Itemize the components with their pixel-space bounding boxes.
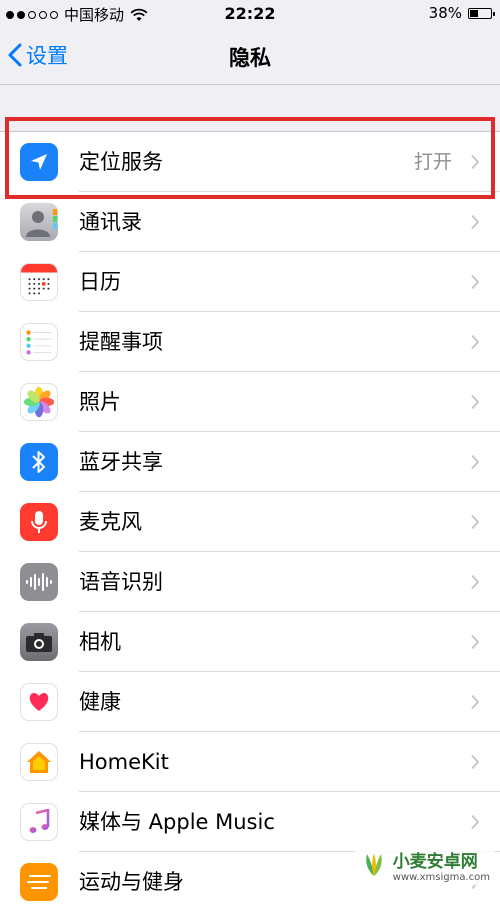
row-label: 媒体与 Apple Music bbox=[79, 810, 275, 834]
calendar-icon bbox=[20, 263, 58, 301]
chevron-right-icon bbox=[471, 154, 480, 170]
page-title: 隐私 bbox=[229, 46, 271, 70]
photos-icon bbox=[20, 383, 58, 421]
row-label: 健康 bbox=[79, 690, 121, 714]
status-bar: 中国移动 22:22 38% bbox=[0, 0, 500, 28]
camera-icon bbox=[20, 623, 58, 661]
row-bluetooth-sharing[interactable]: 蓝牙共享 bbox=[0, 432, 500, 492]
reminders-icon bbox=[20, 323, 58, 361]
homekit-house-icon bbox=[20, 743, 58, 781]
music-note-icon bbox=[20, 803, 58, 841]
row-microphone[interactable]: 麦克风 bbox=[0, 492, 500, 552]
watermark-url: www.xmsigma.com bbox=[392, 872, 490, 883]
status-time: 22:22 bbox=[224, 4, 276, 23]
navigation-bar: 设置 隐私 bbox=[0, 28, 500, 85]
motion-fitness-icon bbox=[20, 863, 58, 901]
row-label: 日历 bbox=[79, 270, 121, 294]
row-label: HomeKit bbox=[79, 750, 169, 774]
chevron-right-icon bbox=[471, 814, 480, 830]
watermark-logo-icon bbox=[366, 853, 382, 876]
row-photos[interactable]: 照片 bbox=[0, 372, 500, 432]
row-media-apple-music[interactable]: 媒体与 Apple Music bbox=[0, 792, 500, 852]
row-speech-recognition[interactable]: 语音识别 bbox=[0, 552, 500, 612]
row-calendar[interactable]: 日历 bbox=[0, 252, 500, 312]
row-label: 麦克风 bbox=[79, 510, 142, 534]
chevron-right-icon bbox=[471, 334, 480, 350]
row-health[interactable]: 健康 bbox=[0, 672, 500, 732]
speech-recognition-icon bbox=[20, 563, 58, 601]
chevron-right-icon bbox=[471, 274, 480, 290]
row-label: 语音识别 bbox=[79, 570, 163, 594]
chevron-right-icon bbox=[471, 394, 480, 410]
chevron-right-icon bbox=[471, 454, 480, 470]
battery-icon bbox=[468, 7, 495, 19]
health-heart-icon bbox=[20, 683, 58, 721]
chevron-right-icon bbox=[471, 754, 480, 770]
row-label: 定位服务 bbox=[79, 150, 163, 174]
bluetooth-icon bbox=[20, 443, 58, 481]
location-arrow-icon bbox=[20, 143, 58, 181]
row-label: 照片 bbox=[79, 390, 121, 414]
battery-percent: 38% bbox=[428, 4, 462, 22]
row-label: 运动与健身 bbox=[79, 870, 184, 894]
chevron-right-icon bbox=[471, 694, 480, 710]
row-homekit[interactable]: HomeKit bbox=[0, 732, 500, 792]
microphone-icon bbox=[20, 503, 58, 541]
row-label: 通讯录 bbox=[79, 210, 142, 234]
row-camera[interactable]: 相机 bbox=[0, 612, 500, 672]
chevron-right-icon bbox=[471, 574, 480, 590]
watermark: 小麦安卓网 www.xmsigma.com bbox=[354, 845, 494, 885]
chevron-right-icon bbox=[471, 634, 480, 650]
row-label: 提醒事项 bbox=[79, 330, 163, 354]
row-location-services[interactable]: 定位服务 打开 bbox=[0, 132, 500, 192]
battery-status: 38% bbox=[428, 4, 495, 22]
privacy-settings-list: 定位服务 打开 通讯录 日历 提醒事项 照片 蓝牙共享 麦克风 语音识别 相机 … bbox=[0, 132, 500, 912]
row-reminders[interactable]: 提醒事项 bbox=[0, 312, 500, 372]
row-label: 蓝牙共享 bbox=[79, 450, 163, 474]
contacts-icon bbox=[20, 203, 58, 241]
row-contacts[interactable]: 通讯录 bbox=[0, 192, 500, 252]
row-value: 打开 bbox=[413, 151, 452, 173]
row-label: 相机 bbox=[79, 630, 121, 654]
chevron-right-icon bbox=[471, 514, 480, 530]
watermark-title: 小麦安卓网 bbox=[392, 852, 478, 872]
chevron-right-icon bbox=[471, 214, 480, 230]
